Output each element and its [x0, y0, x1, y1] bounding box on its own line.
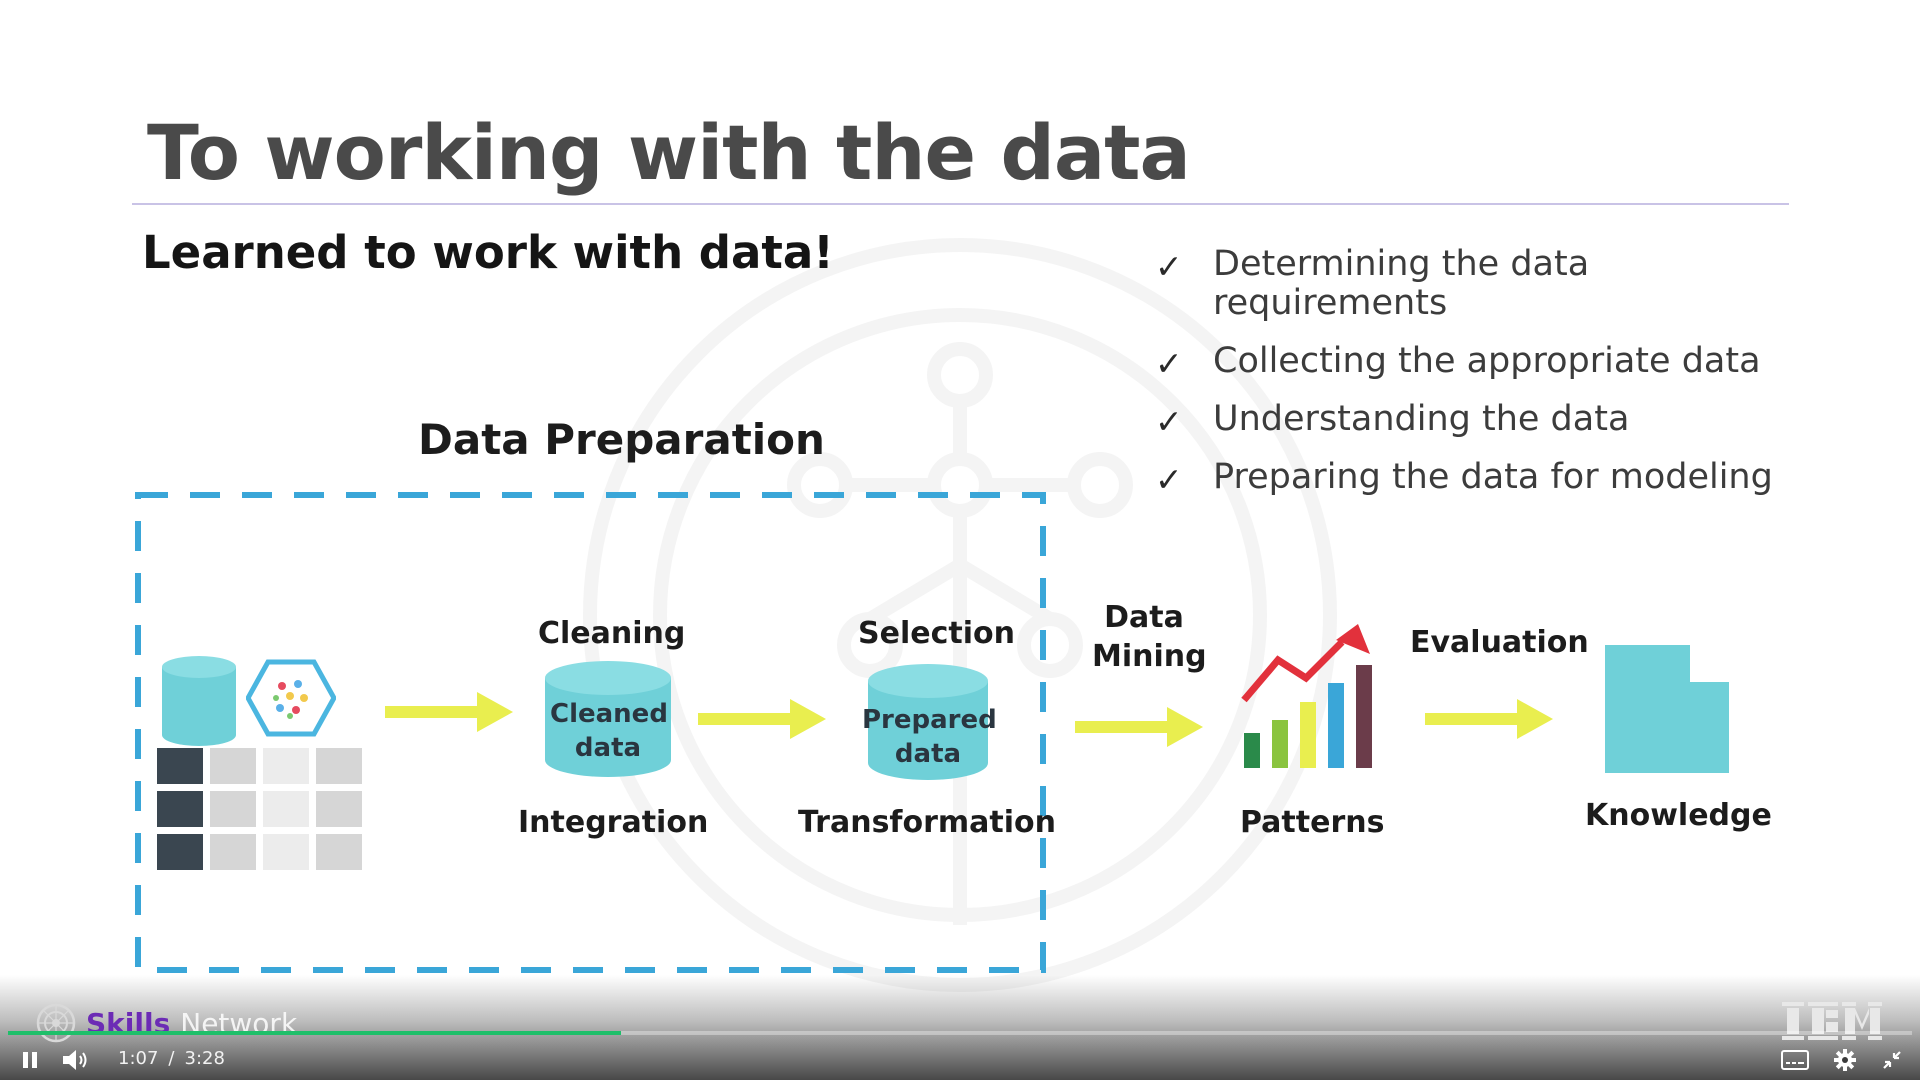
cleaning-label: Cleaning — [538, 616, 686, 651]
exit-fullscreen-icon — [1883, 1051, 1901, 1069]
knowledge-label: Knowledge — [1585, 798, 1772, 833]
requirements-checklist: ✓ Determining the data requirements ✓ Co… — [1155, 245, 1795, 516]
cleaned-data-line: Cleaned — [550, 699, 668, 729]
time-separator: / — [168, 1048, 175, 1069]
flow-arrow — [1075, 707, 1203, 747]
knowledge-document-icon — [1605, 645, 1729, 773]
ibm-logo — [1782, 1002, 1882, 1040]
flow-arrow — [385, 692, 513, 732]
checklist-item-text: Collecting the appropriate data — [1213, 341, 1761, 381]
skills-network-emblem-icon — [36, 1003, 76, 1043]
database-icon — [162, 656, 236, 746]
current-time: 1:07 — [118, 1048, 159, 1069]
progress-bar[interactable] — [8, 1031, 1912, 1035]
captions-icon — [1781, 1050, 1809, 1070]
progress-bar-played — [8, 1031, 622, 1035]
prepared-data-line: data — [894, 739, 962, 769]
player-controls: 1:07 / 3:28 — [0, 1040, 1920, 1080]
check-icon: ✓ — [1155, 460, 1183, 499]
patterns-chart-icon — [1241, 624, 1372, 768]
settings-icon — [1834, 1049, 1856, 1071]
check-icon: ✓ — [1155, 402, 1183, 441]
volume-button[interactable] — [55, 1040, 95, 1080]
duration: 3:28 — [184, 1048, 225, 1069]
checklist-item: ✓ Collecting the appropriate data — [1155, 341, 1795, 384]
slide-title: To working with the data — [147, 108, 1191, 197]
patterns-label: Patterns — [1240, 805, 1385, 840]
title-divider — [132, 203, 1789, 205]
slide-subtitle: Learned to work with data! — [142, 226, 834, 279]
check-icon: ✓ — [1155, 344, 1183, 383]
volume-icon — [63, 1050, 87, 1070]
evaluation-label: Evaluation — [1410, 625, 1589, 660]
checklist-item: ✓ Understanding the data — [1155, 399, 1795, 442]
checklist-item-text: Determining the data requirements — [1213, 244, 1590, 323]
checklist-item-text: Understanding the data — [1213, 399, 1630, 439]
check-icon: ✓ — [1155, 247, 1183, 286]
video-frame[interactable]: To working with the data Learned to work… — [0, 0, 1920, 1080]
data-preparation-heading: Data Preparation — [418, 415, 825, 464]
cleaned-data-label: Cleaned data — [550, 697, 668, 765]
settings-button[interactable] — [1825, 1040, 1865, 1080]
pause-button[interactable] — [10, 1040, 50, 1080]
pause-icon — [23, 1052, 37, 1068]
checklist-item-text: Preparing the data for modeling — [1213, 457, 1773, 497]
flow-arrow — [698, 699, 826, 739]
hexagon-network-icon — [246, 659, 336, 737]
integration-label: Integration — [518, 805, 709, 840]
transformation-label: Transformation — [798, 805, 1056, 840]
data-mining-line: Mining — [1092, 639, 1207, 674]
prepared-data-label: Prepared data — [862, 703, 997, 771]
skills-network-logo: Skills Network — [36, 1002, 297, 1044]
data-table-icon — [157, 748, 362, 870]
data-mining-label: Data Mining — [1092, 598, 1207, 676]
checklist-item: ✓ Preparing the data for modeling — [1155, 457, 1795, 500]
time-display: 1:07 / 3:28 — [118, 1048, 225, 1069]
data-mining-line: Data — [1104, 600, 1184, 635]
prepared-data-line: Prepared — [862, 705, 997, 735]
flow-arrow — [1425, 699, 1553, 739]
cleaned-data-line: data — [574, 733, 642, 763]
exit-fullscreen-button[interactable] — [1872, 1040, 1912, 1080]
captions-button[interactable] — [1775, 1040, 1815, 1080]
checklist-item: ✓ Determining the data requirements — [1155, 245, 1795, 323]
selection-label: Selection — [858, 616, 1015, 651]
